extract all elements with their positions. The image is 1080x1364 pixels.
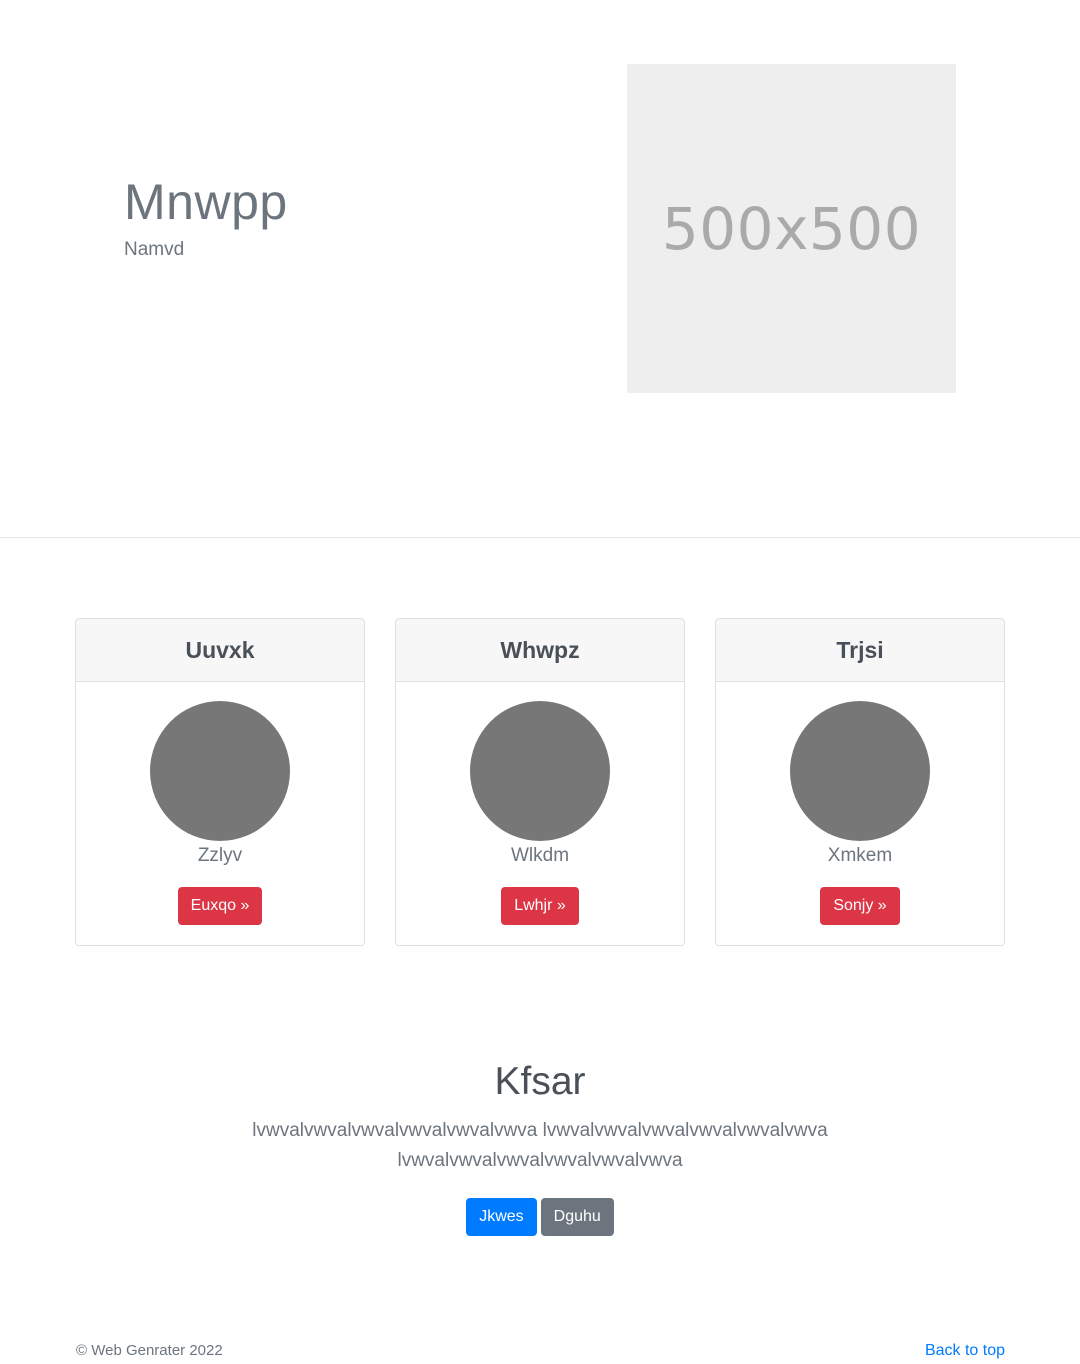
card-header: Uuvxk (76, 619, 364, 682)
section-button-group: Jkwes Dguhu (0, 1198, 1080, 1236)
section-title: Kfsar (494, 1060, 586, 1103)
hero-subtitle: Namvd (124, 239, 185, 260)
card-title: Uuvxk (185, 636, 255, 663)
card-name: Zzlyv (197, 845, 243, 866)
back-to-top-link[interactable]: Back to top (925, 1342, 1005, 1360)
card-title: Trjsi (836, 636, 884, 663)
hero-image-placeholder: 500x500 (627, 64, 956, 393)
card-3: Trjsi Xmkem Sonjy » (715, 618, 1005, 946)
card-3-button[interactable]: Sonjy » (820, 887, 900, 925)
avatar (470, 701, 610, 841)
card-title: Whwpz (500, 636, 580, 663)
primary-button[interactable]: Jkwes (466, 1198, 537, 1236)
avatar (790, 701, 930, 841)
avatar (150, 701, 290, 841)
hero-title: Mnwpp (124, 174, 288, 230)
hero-image-label: 500x500 (661, 194, 922, 263)
secondary-button[interactable]: Dguhu (540, 1198, 614, 1236)
section-text: lvwvalvwvalvwvalvwvalvwvalvwva lvwvalvwv… (252, 1120, 828, 1171)
footer-copyright: © Web Genrater 2022 (76, 1342, 223, 1359)
card-1: Uuvxk Zzlyv Euxqo » (75, 618, 365, 946)
hero-section: Mnwpp Namvd 500x500 (0, 0, 1080, 538)
card-header: Trjsi (716, 619, 1004, 682)
card-header: Whwpz (396, 619, 684, 682)
card-2: Whwpz Wlkdm Lwhjr » (395, 618, 685, 946)
card-1-button[interactable]: Euxqo » (177, 887, 263, 925)
card-name: Xmkem (827, 845, 893, 866)
card-name: Wlkdm (510, 845, 570, 866)
card-2-button[interactable]: Lwhjr » (501, 887, 579, 925)
